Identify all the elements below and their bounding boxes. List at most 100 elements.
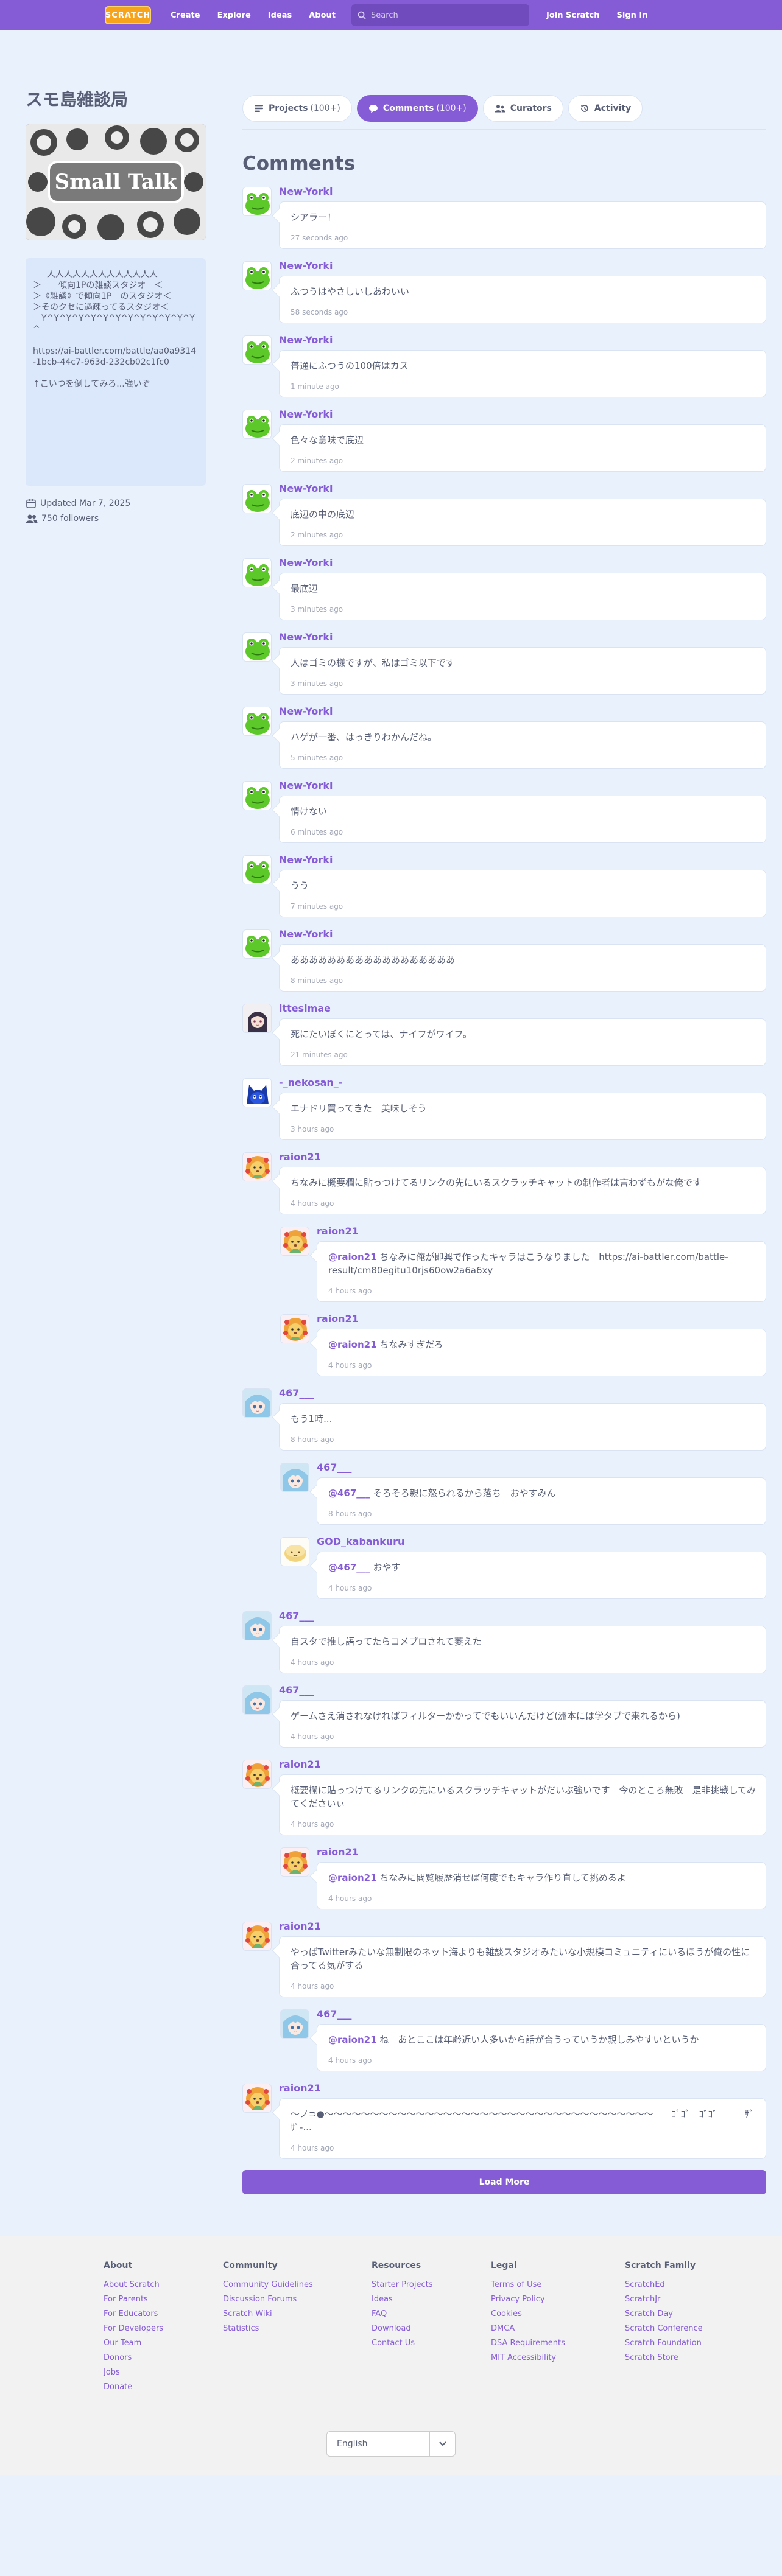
footer-link[interactable]: For Developers	[104, 2322, 217, 2336]
footer-link[interactable]: For Parents	[104, 2292, 217, 2307]
user-avatar[interactable]	[242, 1611, 272, 1640]
comment-username[interactable]: New-Yorki	[279, 928, 766, 940]
footer-link[interactable]: FAQ	[372, 2307, 485, 2322]
user-avatar[interactable]	[280, 2009, 309, 2039]
comment-username[interactable]: New-Yorki	[279, 483, 766, 495]
language-select[interactable]: English	[326, 2431, 456, 2457]
mention-link[interactable]: @raion21	[328, 1251, 377, 1262]
mention-link[interactable]: @467___	[328, 1488, 370, 1499]
nav-ideas[interactable]: Ideas	[259, 0, 300, 30]
footer-link[interactable]: About Scratch	[104, 2278, 217, 2292]
mention-link[interactable]: @raion21	[328, 1339, 377, 1350]
user-avatar[interactable]	[280, 1537, 309, 1566]
footer-link[interactable]: Donate	[104, 2380, 217, 2395]
comment-username[interactable]: New-Yorki	[279, 631, 766, 643]
footer-link[interactable]: Our Team	[104, 2336, 217, 2351]
user-avatar[interactable]	[280, 1314, 309, 1343]
footer-link[interactable]: Privacy Policy	[491, 2292, 619, 2307]
comment-username[interactable]: raion21	[317, 1225, 766, 1237]
comment-username[interactable]: New-Yorki	[279, 780, 766, 792]
comment-username[interactable]: raion21	[317, 1313, 766, 1325]
user-avatar[interactable]	[242, 261, 272, 290]
user-avatar[interactable]	[242, 632, 272, 662]
footer-link[interactable]: Scratch Wiki	[223, 2307, 365, 2322]
user-avatar[interactable]	[242, 2084, 272, 2113]
comment-username[interactable]: raion21	[317, 1846, 766, 1858]
user-avatar[interactable]	[242, 781, 272, 810]
footer-link[interactable]: Community Guidelines	[223, 2278, 365, 2292]
footer-link[interactable]: Discussion Forums	[223, 2292, 365, 2307]
user-avatar[interactable]	[242, 335, 272, 365]
scratch-logo[interactable]: SCRATCH	[105, 6, 151, 24]
comment-username[interactable]: New-Yorki	[279, 705, 766, 718]
nav-explore[interactable]: Explore	[209, 0, 259, 30]
comment-username[interactable]: ittesimae	[279, 1003, 766, 1015]
comment-username[interactable]: New-Yorki	[279, 334, 766, 346]
nav-about[interactable]: About	[300, 0, 344, 30]
language-dropdown-toggle[interactable]	[429, 2432, 455, 2456]
comment-username[interactable]: 467___	[279, 1610, 766, 1622]
user-avatar[interactable]	[242, 707, 272, 736]
footer-link[interactable]: Scratch Store	[625, 2351, 747, 2365]
comment-username[interactable]: 467___	[279, 1387, 766, 1399]
footer-link[interactable]: Scratch Conference	[625, 2322, 747, 2336]
join-scratch-link[interactable]: Join Scratch	[538, 0, 608, 30]
search-bar[interactable]	[351, 4, 530, 26]
comment-username[interactable]: 467___	[279, 1684, 766, 1696]
tab-projects[interactable]: Projects (100+)	[242, 95, 352, 122]
footer-link[interactable]: ScratchEd	[625, 2278, 747, 2292]
comment-username[interactable]: New-Yorki	[279, 408, 766, 421]
comment-username[interactable]: New-Yorki	[279, 854, 766, 866]
user-avatar[interactable]	[242, 410, 272, 439]
comment-username[interactable]: GOD_kabankuru	[317, 1536, 766, 1548]
footer-link[interactable]: Download	[372, 2322, 485, 2336]
footer-link[interactable]: Ideas	[372, 2292, 485, 2307]
user-avatar[interactable]	[242, 1685, 272, 1715]
comment-username[interactable]: New-Yorki	[279, 260, 766, 272]
footer-link[interactable]: Donors	[104, 2351, 217, 2365]
comment-username[interactable]: New-Yorki	[279, 557, 766, 569]
footer-link[interactable]: Jobs	[104, 2365, 217, 2380]
load-more-button[interactable]: Load More	[242, 2170, 766, 2194]
footer-link[interactable]: For Educators	[104, 2307, 217, 2322]
footer-link[interactable]: Starter Projects	[372, 2278, 485, 2292]
footer-link[interactable]: Terms of Use	[491, 2278, 619, 2292]
user-avatar[interactable]	[280, 1847, 309, 1877]
user-avatar[interactable]	[242, 1004, 272, 1033]
user-avatar[interactable]	[242, 484, 272, 513]
sign-in-link[interactable]: Sign In	[608, 0, 656, 30]
mention-link[interactable]: @467___	[328, 1562, 370, 1573]
user-avatar[interactable]	[242, 1078, 272, 1107]
footer-link[interactable]: Contact Us	[372, 2336, 485, 2351]
user-avatar[interactable]	[242, 1388, 272, 1418]
comment-username[interactable]: raion21	[279, 1920, 766, 1933]
footer-link[interactable]: DSA Requirements	[491, 2336, 619, 2351]
footer-link[interactable]: Scratch Foundation	[625, 2336, 747, 2351]
tab-comments[interactable]: Comments (100+)	[356, 95, 478, 122]
footer-link[interactable]: Scratch Day	[625, 2307, 747, 2322]
user-avatar[interactable]	[242, 1760, 272, 1789]
user-avatar[interactable]	[242, 929, 272, 959]
mention-link[interactable]: @raion21	[328, 1872, 377, 1883]
comment-username[interactable]: 467___	[317, 1461, 766, 1474]
footer-link[interactable]: DMCA	[491, 2322, 619, 2336]
search-input[interactable]	[371, 10, 518, 20]
user-avatar[interactable]	[242, 855, 272, 884]
user-avatar[interactable]	[242, 1152, 272, 1181]
user-avatar[interactable]	[280, 1463, 309, 1492]
nav-create[interactable]: Create	[162, 0, 209, 30]
tab-activity[interactable]: Activity	[568, 95, 643, 122]
comment-username[interactable]: raion21	[279, 2082, 766, 2095]
user-avatar[interactable]	[280, 1227, 309, 1256]
mention-link[interactable]: @raion21	[328, 2034, 377, 2045]
footer-link[interactable]: MIT Accessibility	[491, 2351, 619, 2365]
comment-username[interactable]: raion21	[279, 1151, 766, 1163]
comment-username[interactable]: -_nekosan_-	[279, 1077, 766, 1089]
footer-link[interactable]: Cookies	[491, 2307, 619, 2322]
comment-username[interactable]: New-Yorki	[279, 186, 766, 198]
user-avatar[interactable]	[242, 187, 272, 216]
tab-curators[interactable]: Curators	[482, 95, 563, 122]
user-avatar[interactable]	[242, 1922, 272, 1951]
user-avatar[interactable]	[242, 558, 272, 587]
comment-username[interactable]: raion21	[279, 1759, 766, 1771]
